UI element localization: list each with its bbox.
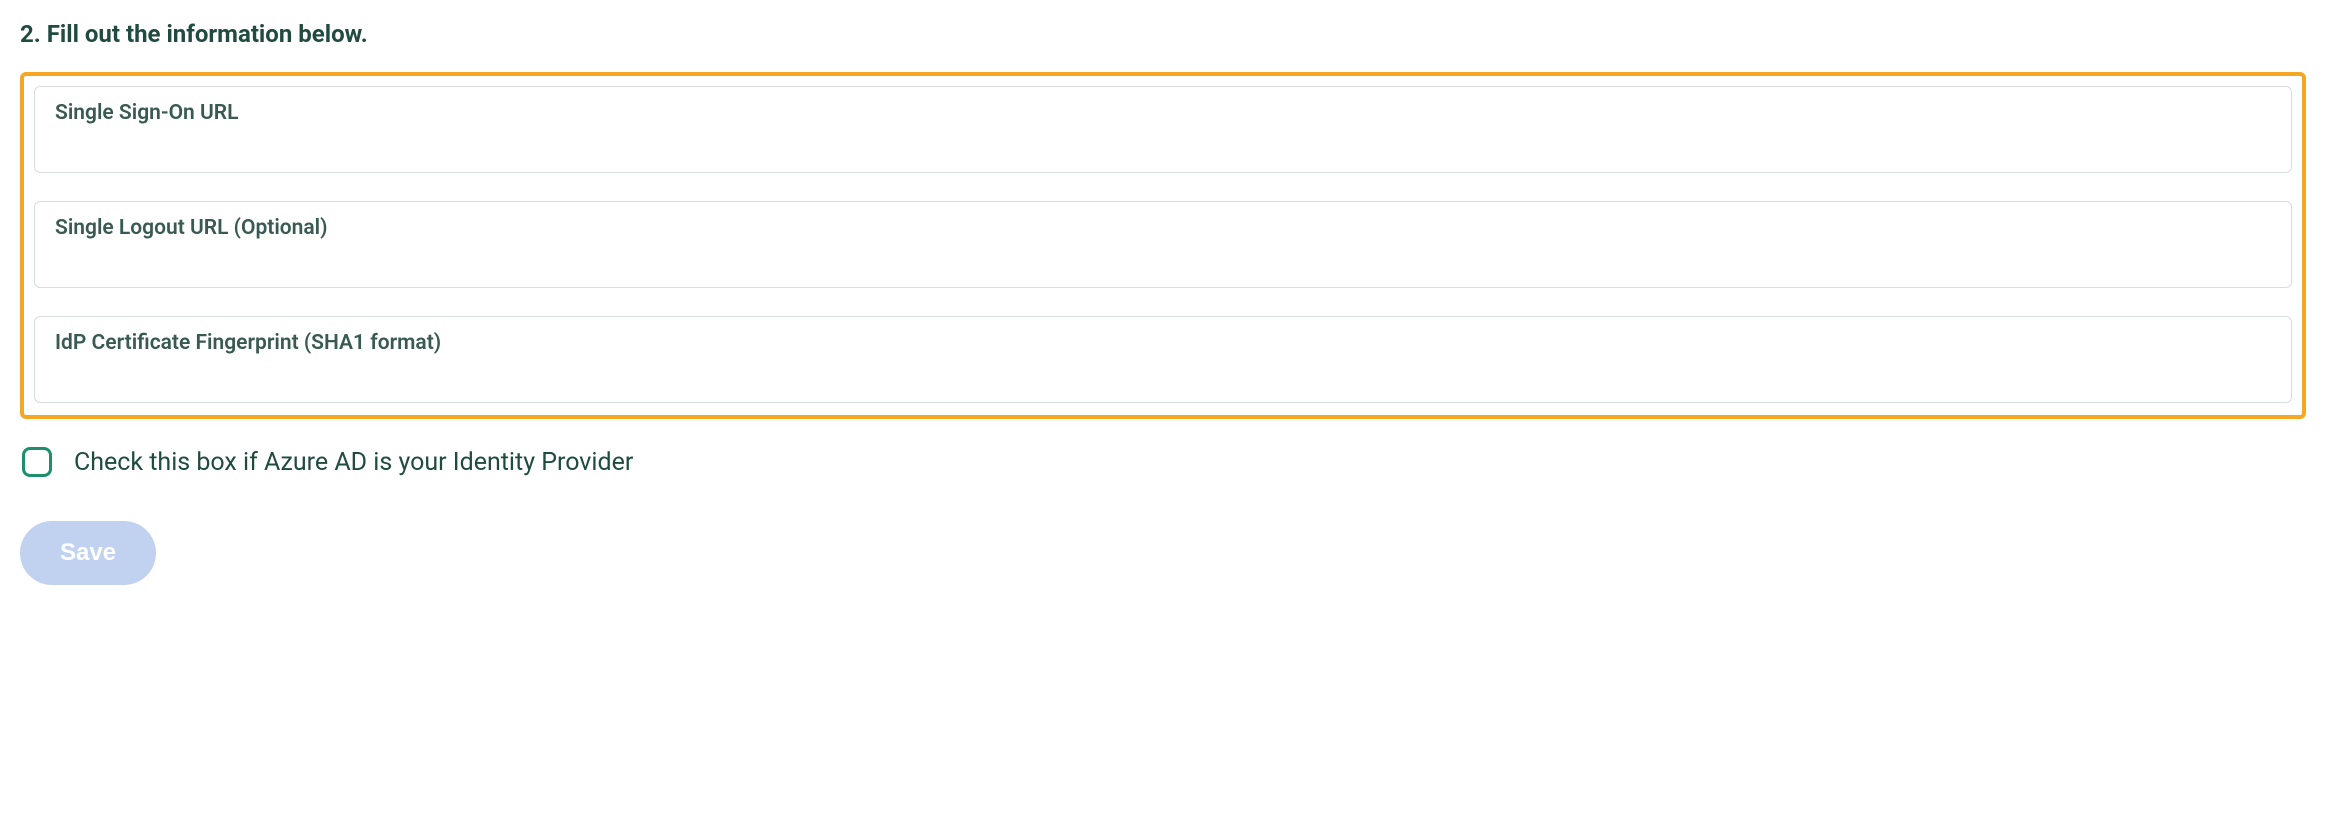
logout-url-field-group[interactable]: Single Logout URL (Optional): [34, 201, 2292, 288]
sso-url-input[interactable]: [55, 129, 2271, 164]
fingerprint-field-group[interactable]: IdP Certificate Fingerprint (SHA1 format…: [34, 316, 2292, 403]
azure-ad-checkbox-row: Check this box if Azure AD is your Ident…: [20, 447, 2306, 477]
section-heading: 2. Fill out the information below.: [20, 20, 2306, 48]
fingerprint-input[interactable]: [55, 359, 2271, 394]
fields-highlight-box: Single Sign-On URL Single Logout URL (Op…: [20, 72, 2306, 419]
save-button[interactable]: Save: [20, 521, 156, 585]
azure-ad-checkbox-label: Check this box if Azure AD is your Ident…: [74, 448, 633, 477]
sso-url-field-group[interactable]: Single Sign-On URL: [34, 86, 2292, 173]
logout-url-label: Single Logout URL (Optional): [55, 216, 2271, 240]
fingerprint-label: IdP Certificate Fingerprint (SHA1 format…: [55, 331, 2271, 355]
sso-url-label: Single Sign-On URL: [55, 101, 2271, 125]
logout-url-input[interactable]: [55, 244, 2271, 279]
azure-ad-checkbox[interactable]: [22, 447, 52, 477]
